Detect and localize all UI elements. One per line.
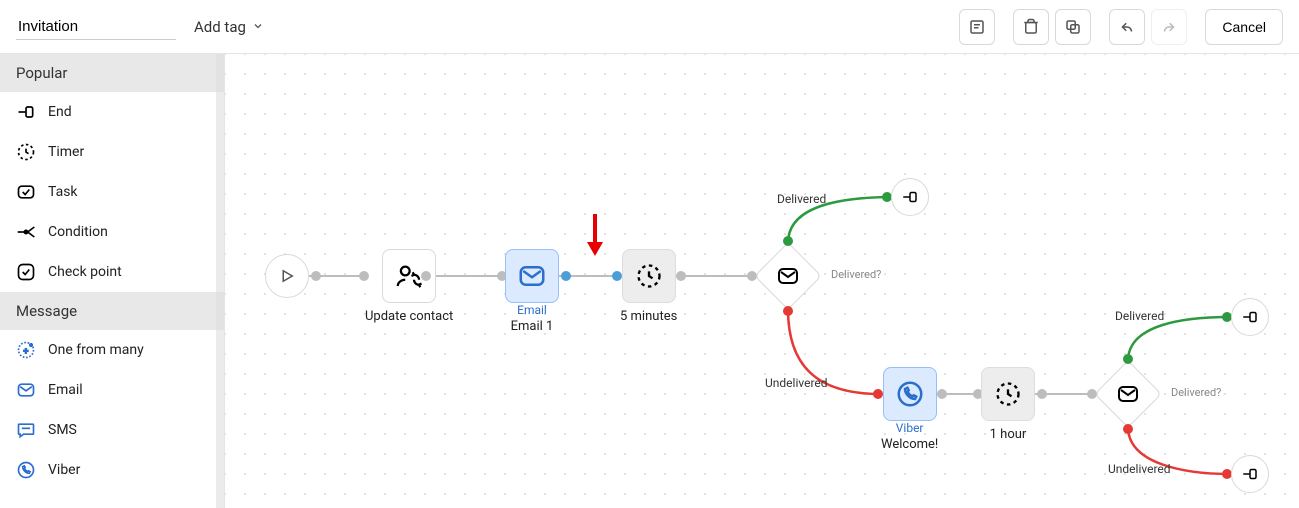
timer-node-2[interactable]: 1 hour	[981, 367, 1035, 442]
cancel-button[interactable]: Cancel	[1205, 9, 1283, 45]
condition-node-1[interactable]	[755, 243, 821, 309]
port-delivered[interactable]	[783, 236, 793, 246]
sidebar-item-label: Task	[48, 184, 78, 200]
note-button[interactable]	[959, 9, 995, 45]
sidebar-item-label: One from many	[48, 342, 144, 358]
email-icon	[517, 261, 547, 291]
email-icon	[16, 380, 36, 400]
port[interactable]	[421, 271, 431, 281]
one-from-many-icon: +	[16, 340, 36, 360]
timer-icon	[635, 262, 663, 290]
sidebar-item-label: SMS	[48, 422, 77, 438]
sidebar-item-sms[interactable]: SMS	[0, 410, 224, 450]
port[interactable]	[937, 389, 947, 399]
task-icon	[16, 182, 36, 202]
edge-label-delivered-2: Delivered	[1115, 309, 1164, 323]
add-tag-label: Add tag	[194, 18, 246, 36]
undo-button[interactable]	[1109, 9, 1145, 45]
end-icon	[1241, 308, 1259, 326]
email-node[interactable]: Email Email 1	[505, 249, 559, 334]
timer-icon	[16, 142, 36, 162]
node-type-label: Email	[517, 303, 547, 317]
port[interactable]	[676, 271, 686, 281]
delete-button[interactable]	[1013, 9, 1049, 45]
node-label: 1 hour	[990, 427, 1027, 442]
sidebar-section-popular: Popular	[0, 54, 224, 92]
sidebar-item-label: Viber	[48, 462, 80, 478]
sidebar-item-label: Condition	[48, 224, 108, 240]
redo-button[interactable]	[1151, 9, 1187, 45]
annotation-arrow-icon	[585, 212, 605, 260]
sidebar-item-label: End	[48, 104, 72, 120]
sidebar-item-label: Check point	[48, 264, 122, 280]
copy-button[interactable]	[1055, 9, 1091, 45]
port[interactable]	[561, 271, 571, 281]
viber-icon	[16, 460, 36, 480]
node-label: Update contact	[365, 309, 453, 324]
end-node-3[interactable]	[1231, 455, 1269, 493]
scrollbar[interactable]	[216, 54, 224, 508]
port[interactable]	[1037, 389, 1047, 399]
update-contact-node[interactable]: Update contact	[365, 249, 453, 324]
sidebar-item-viber[interactable]: Viber	[0, 450, 224, 490]
end-icon	[16, 102, 36, 122]
sidebar-item-email[interactable]: Email	[0, 370, 224, 410]
end-icon	[901, 188, 919, 206]
sidebar-item-timer[interactable]: Timer	[0, 132, 224, 172]
edge-label-undelivered-1: Undelivered	[765, 376, 828, 390]
sms-icon	[16, 420, 36, 440]
node-type-label: Viber	[896, 421, 924, 435]
update-contact-icon	[394, 261, 424, 291]
sidebar-item-condition[interactable]: Condition	[0, 212, 224, 252]
sidebar: Popular End Timer Task Condition	[0, 54, 225, 508]
viber-icon	[895, 379, 925, 409]
condition-node-2[interactable]	[1095, 361, 1161, 427]
end-node-1[interactable]	[891, 178, 929, 216]
sidebar-section-message: Message	[0, 292, 224, 330]
sidebar-item-task[interactable]: Task	[0, 172, 224, 212]
port-delivered[interactable]	[1123, 354, 1133, 364]
scenario-title-input[interactable]	[16, 14, 176, 40]
flow-canvas[interactable]: Update contact Email Email 1 5 minutes	[225, 54, 1299, 508]
node-label: Email 1	[511, 319, 554, 334]
timer-node-1[interactable]: 5 minutes	[620, 249, 677, 324]
sidebar-item-label: Timer	[48, 144, 84, 160]
end-icon	[1241, 465, 1259, 483]
condition-label: Delivered?	[1171, 386, 1221, 399]
port-undelivered[interactable]	[783, 306, 793, 316]
start-node[interactable]	[265, 254, 309, 298]
svg-text:+: +	[24, 346, 29, 356]
sidebar-item-one-from-many[interactable]: + One from many	[0, 330, 224, 370]
checkpoint-icon	[16, 262, 36, 282]
condition-label: Delivered?	[831, 268, 881, 281]
node-label: 5 minutes	[620, 309, 677, 324]
port[interactable]	[311, 271, 321, 281]
trash-icon	[1022, 18, 1040, 36]
port-undelivered[interactable]	[1123, 424, 1133, 434]
sidebar-item-checkpoint[interactable]: Check point	[0, 252, 224, 292]
chevron-down-icon	[252, 18, 264, 36]
copy-icon	[1064, 18, 1082, 36]
sidebar-item-end[interactable]: End	[0, 92, 224, 132]
node-label: Welcome!	[881, 437, 938, 452]
edge-label-delivered-1: Delivered	[777, 192, 826, 206]
viber-node[interactable]: Viber Welcome!	[881, 367, 938, 452]
sidebar-item-label: Email	[48, 382, 83, 398]
end-node-2[interactable]	[1231, 298, 1269, 336]
condition-icon	[16, 222, 36, 242]
email-icon	[1116, 382, 1140, 406]
redo-icon	[1160, 18, 1178, 36]
play-icon	[278, 267, 296, 285]
topbar: Add tag Cancel	[0, 0, 1299, 54]
timer-icon	[994, 380, 1022, 408]
email-icon	[776, 264, 800, 288]
add-tag-dropdown[interactable]: Add tag	[194, 18, 264, 36]
undo-icon	[1118, 18, 1136, 36]
note-icon	[968, 18, 986, 36]
edge-label-undelivered-2: Undelivered	[1108, 462, 1171, 476]
